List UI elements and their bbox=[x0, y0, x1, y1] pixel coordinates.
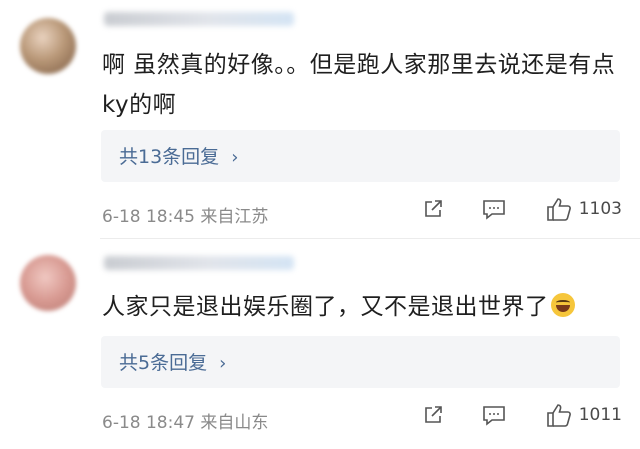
like-button[interactable]: 1103 bbox=[545, 196, 622, 222]
avatar[interactable] bbox=[20, 18, 76, 74]
replies-box[interactable]: 共5条回复 › bbox=[101, 336, 620, 388]
chevron-right-icon: › bbox=[231, 147, 239, 168]
thumbs-up-icon bbox=[546, 404, 571, 427]
like-count: 1011 bbox=[578, 405, 622, 425]
comment-icon bbox=[482, 406, 505, 426]
location: 来自山东 bbox=[200, 413, 269, 433]
share-button[interactable] bbox=[421, 197, 445, 221]
timestamp: 6-18 18:47 bbox=[102, 413, 195, 433]
comment-item: 啊 虽然真的好像。。但是跑人家那里去说还是有点ky的啊 共13条回复 › 6-18… bbox=[0, 0, 640, 238]
view-replies-link[interactable]: 共13条回复 › bbox=[119, 142, 238, 169]
replies-box[interactable]: 共13条回复 › bbox=[101, 130, 620, 182]
laughing-tears-emoji-icon bbox=[550, 293, 575, 317]
timestamp: 6-18 18:45 bbox=[102, 207, 195, 227]
share-button[interactable] bbox=[421, 403, 445, 427]
username-blurred[interactable] bbox=[104, 256, 294, 270]
view-replies-link[interactable]: 共5条回复 › bbox=[119, 348, 226, 375]
share-icon bbox=[424, 200, 442, 217]
avatar[interactable] bbox=[20, 255, 76, 311]
chevron-right-icon: › bbox=[219, 353, 227, 374]
replies-count-label: 共5条回复 bbox=[119, 352, 208, 374]
comment-text: 人家只是退出娱乐圈了，又不是退出世界了 bbox=[102, 287, 622, 327]
share-icon bbox=[424, 406, 442, 423]
comment-text: 啊 虽然真的好像。。但是跑人家那里去说还是有点ky的啊 bbox=[102, 52, 616, 118]
like-count: 1103 bbox=[578, 199, 622, 219]
location: 来自江苏 bbox=[200, 207, 269, 227]
comment-button[interactable] bbox=[481, 403, 507, 427]
comment-button[interactable] bbox=[481, 197, 507, 221]
comment-icon bbox=[482, 200, 505, 220]
like-button[interactable]: 1011 bbox=[545, 402, 622, 428]
comment-item: 人家只是退出娱乐圈了，又不是退出世界了 共5条回复 › 6-18 18:47 来自… bbox=[0, 239, 640, 449]
thumbs-up-icon bbox=[546, 198, 571, 221]
comment-meta: 6-18 18:45 来自江苏 bbox=[102, 202, 268, 227]
username-blurred[interactable] bbox=[104, 12, 294, 26]
comment-text-content: 人家只是退出娱乐圈了，又不是退出世界了 bbox=[102, 294, 549, 320]
comment-meta: 6-18 18:47 来自山东 bbox=[102, 408, 268, 433]
action-bar: 1103 bbox=[421, 196, 622, 222]
replies-count-label: 共13条回复 bbox=[119, 146, 220, 168]
action-bar: 1011 bbox=[421, 402, 622, 428]
